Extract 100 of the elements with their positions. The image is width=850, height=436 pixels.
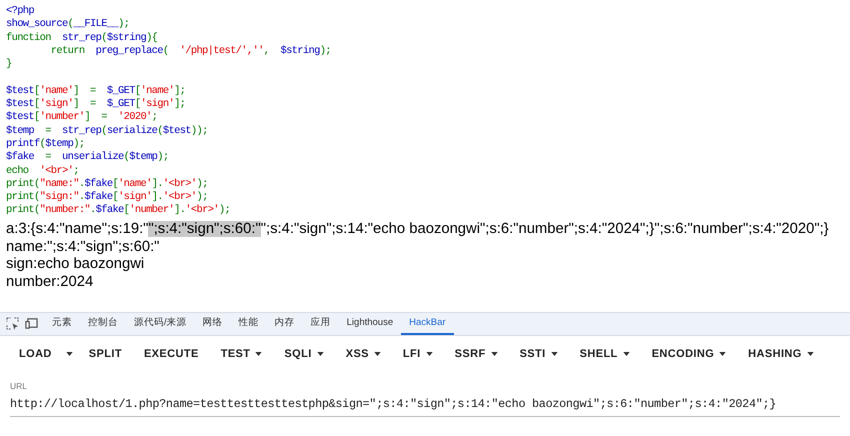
code-token: __FILE__ [73, 18, 118, 30]
code-token: print [6, 178, 34, 190]
menu-button[interactable]: TEST [210, 342, 274, 366]
code-token: 'name' [140, 84, 174, 97]
code-token: ( [101, 32, 107, 44]
code-token: 'sign' [40, 98, 74, 110]
caret-icon [806, 352, 814, 356]
menu-button[interactable]: SSRF [444, 342, 509, 366]
code-token: ]. [152, 191, 163, 204]
code-token: '/php|test/','' [180, 44, 264, 57]
devtools-tab[interactable]: 源代码/来源 [126, 312, 195, 335]
url-field[interactable]: http://localhost/1.php?name=testtesttesttestphp&sign=";s:4:"sign";s:14:"echo baozongwi";s:6:"number";s:4:"2024";} [10, 390, 840, 417]
code-token: $string [106, 32, 146, 44]
devtools-tab[interactable]: 性能 [230, 312, 267, 335]
output-text: ";s:4:"sign";s:60:" [148, 220, 261, 237]
devtools-tab[interactable]: 内存 [266, 312, 303, 335]
code-token: print [6, 191, 34, 204]
output-text: sign:echo baozongwi [6, 256, 144, 272]
code-token: ; [152, 111, 158, 124]
code-token: "name:" [40, 178, 79, 190]
output-text: ";s:4:"sign";s:14:"echo baozongwi";s:6:"number";s:4:"2024";}";s:6:"number";s:4:"2020";} [260, 220, 829, 237]
code-token: ( [101, 124, 107, 137]
code-token: ]; [174, 84, 186, 97]
code-token: $fake [6, 151, 34, 164]
code-token: '<br>' [40, 164, 74, 177]
code-token: $fake [84, 191, 112, 204]
code-token: . [78, 178, 84, 190]
code-token: '<br>' [162, 178, 196, 190]
code-token: . [78, 191, 84, 204]
code-token: serialize [106, 124, 158, 137]
devtools-tab[interactable]: 控制台 [80, 312, 126, 335]
code-token: preg_replace [94, 44, 163, 57]
caret-icon [255, 352, 262, 356]
code-token: unserialize [62, 151, 124, 164]
device-icon[interactable] [25, 317, 38, 330]
code-token: ( [34, 191, 40, 204]
output-text: a:3:{s:4:"name";s:19:" [6, 220, 148, 237]
code-token: 'number' [129, 204, 174, 216]
caret-icon [719, 352, 726, 356]
menu-button[interactable]: SSTI [508, 342, 569, 366]
code-token: ); [73, 138, 84, 150]
menu-button[interactable]: XSS [334, 342, 392, 366]
code-token: "sign:" [40, 191, 79, 204]
devtools-tab[interactable]: HackBar [401, 312, 454, 335]
menu-button[interactable]: SQLI [273, 342, 335, 366]
code-token: ); [320, 44, 331, 57]
code-token: ); [196, 191, 208, 204]
action-button[interactable]: EXECUTE [132, 342, 210, 366]
code-token: $fake [84, 178, 112, 190]
menu-button[interactable]: LFI [392, 342, 444, 366]
menu-button[interactable]: HASHING [737, 342, 825, 366]
code-token: = [44, 151, 52, 164]
load-button[interactable]: LOAD [8, 342, 63, 366]
code-token: ] = [84, 111, 108, 124]
code-token: [ [34, 98, 40, 110]
code-token: "number:" [40, 204, 90, 216]
code-token: ( [40, 138, 46, 150]
url-label: URL [10, 380, 28, 391]
code-token: ( [34, 178, 40, 190]
code-token: 'sign' [118, 191, 152, 204]
caret-icon [490, 352, 498, 356]
code-token: )); [190, 124, 208, 137]
code-token: [ [134, 98, 140, 110]
code-token: $temp [129, 151, 158, 164]
code-token: $temp [45, 138, 74, 150]
code-token: '2020' [118, 111, 152, 124]
code-token: ]. [174, 204, 186, 216]
code-token: $string [280, 44, 320, 57]
caret-icon [316, 352, 324, 356]
devtools-tab[interactable]: 应用 [302, 312, 339, 335]
code-token: printf [6, 138, 40, 150]
code-token: ( [124, 151, 130, 164]
code-token: function [6, 32, 51, 44]
caret-icon [426, 352, 433, 356]
action-button[interactable]: SPLIT [78, 342, 133, 366]
code-token: $fake [96, 204, 124, 216]
code-token: [ [124, 204, 130, 216]
code-token: 'sign' [140, 98, 174, 110]
inspect-icon[interactable] [6, 317, 19, 330]
code-token: ){ [146, 32, 158, 44]
code-token: return [50, 44, 84, 57]
menu-button[interactable]: SHELL [568, 342, 641, 366]
code-token: 'name' [118, 178, 152, 190]
code-token: [ [112, 178, 118, 190]
code-token: ); [118, 18, 130, 30]
code-token: $_GET [106, 84, 135, 97]
code-token: ] = [73, 98, 97, 110]
devtools-tab[interactable]: 网络 [194, 312, 231, 335]
code-token: echo [6, 164, 30, 177]
code-token: ); [196, 178, 208, 190]
code-token: = [44, 124, 52, 137]
devtools-tab[interactable]: 元素 [44, 312, 80, 335]
devtools-tab[interactable]: Lighthouse [338, 312, 402, 335]
code-token: . [90, 204, 96, 216]
code-token: 'name' [40, 84, 74, 97]
menu-button[interactable]: ENCODING [640, 342, 738, 366]
caret-icon [66, 352, 73, 356]
caret-icon [374, 352, 381, 356]
code-token: , [264, 44, 270, 57]
code-token: '<br>' [162, 191, 196, 204]
